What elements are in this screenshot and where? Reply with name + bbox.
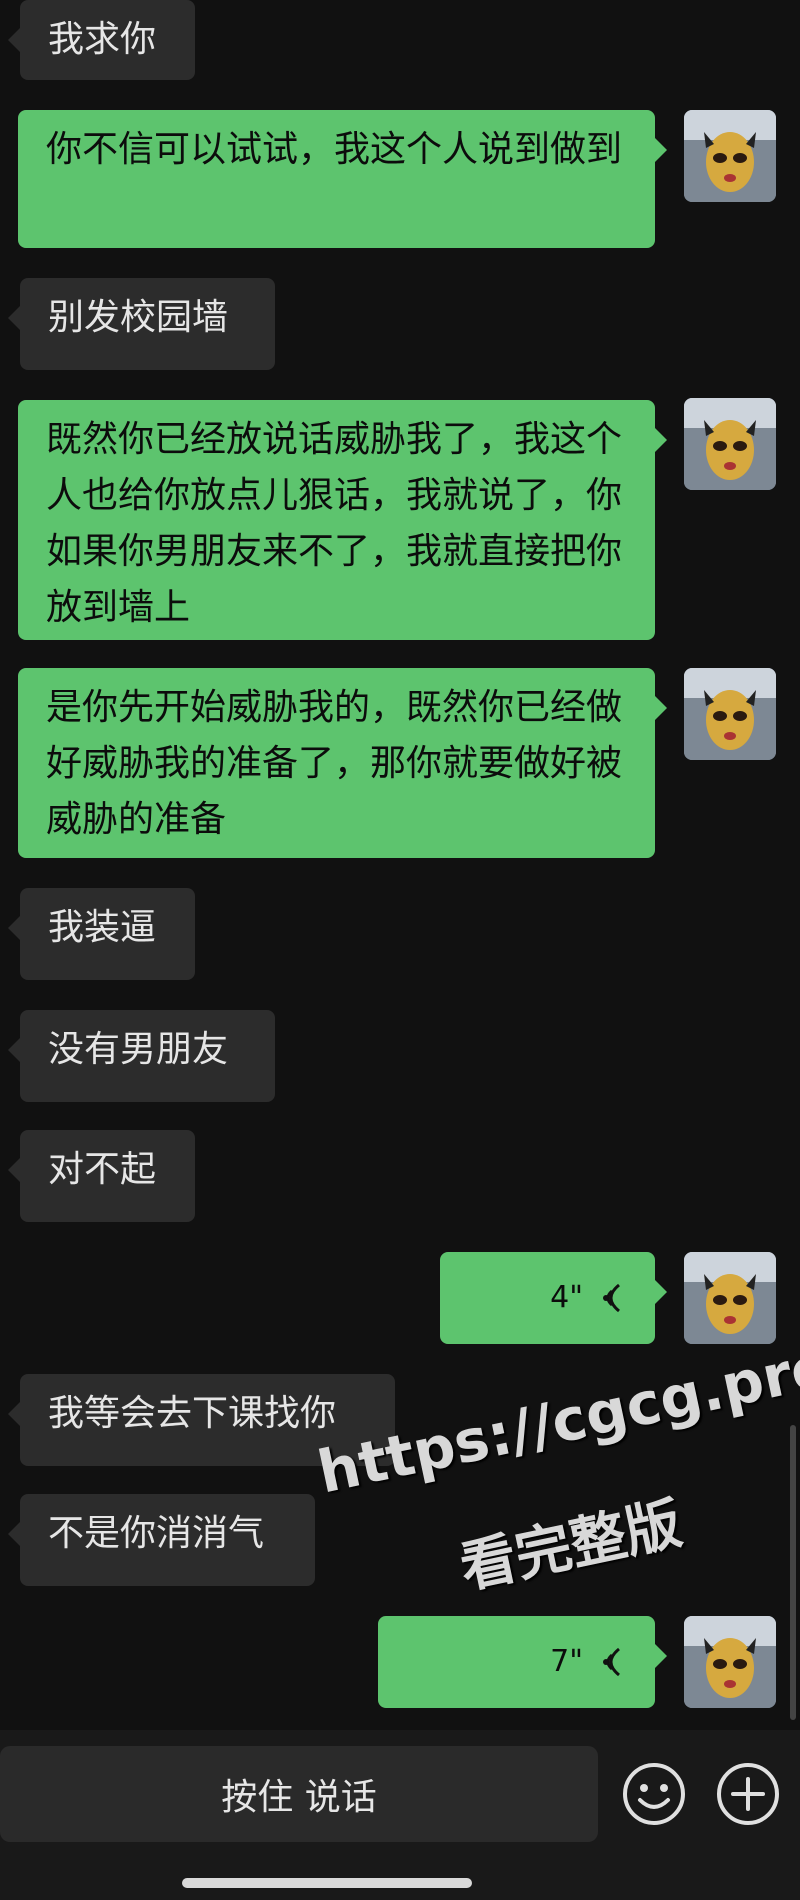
masked-face-avatar-icon: [684, 668, 776, 760]
hold-to-talk-label: 按住 说话: [221, 1777, 377, 1818]
user-avatar[interactable]: [684, 1252, 776, 1344]
message-text: 我求你: [48, 19, 157, 60]
voice-message-bubble[interactable]: 4": [440, 1252, 667, 1344]
voice-wave-icon: [603, 1283, 620, 1313]
masked-face-avatar-icon: [684, 1616, 776, 1708]
message-text: 我等会去下课找你: [48, 1393, 337, 1434]
message-text: 你不信可以试试，我这个人说到做到: [46, 129, 623, 170]
message-text: 没有男朋友: [48, 1029, 229, 1070]
scrollbar[interactable]: [790, 1425, 796, 1720]
user-avatar[interactable]: [684, 1616, 776, 1708]
plus-icon: [717, 1763, 779, 1825]
message-text: 我装逼: [48, 907, 157, 948]
user-avatar[interactable]: [684, 110, 776, 202]
incoming-message-bubble[interactable]: 没有男朋友: [8, 1010, 275, 1102]
incoming-message-bubble[interactable]: 对不起: [8, 1130, 195, 1222]
input-bar: 按住 说话: [0, 1730, 800, 1900]
voice-duration: 4": [550, 1280, 583, 1315]
masked-face-avatar-icon: [684, 398, 776, 490]
message-text: 是你先开始威胁我的，既然你已经做好威胁我的准备了，那你就要做好被威胁的准备: [46, 687, 623, 840]
masked-face-avatar-icon: [684, 1252, 776, 1344]
user-avatar[interactable]: [684, 398, 776, 490]
incoming-message-bubble[interactable]: 我装逼: [8, 888, 195, 980]
outgoing-message-bubble[interactable]: 既然你已经放说话威胁我了，我这个人也给你放点儿狠话，我就说了，你如果你男朋友来不…: [18, 400, 667, 640]
incoming-message-bubble[interactable]: 别发校园墙: [8, 278, 275, 370]
message-text: 对不起: [48, 1149, 157, 1190]
watermark-caption: 看完整版: [454, 1491, 688, 1602]
message-text: 不是你消消气: [48, 1513, 265, 1554]
emoji-icon: [623, 1763, 685, 1825]
incoming-message-bubble[interactable]: 不是你消消气: [8, 1494, 315, 1586]
emoji-button[interactable]: [618, 1758, 690, 1830]
incoming-message-bubble[interactable]: 我求你: [8, 0, 195, 80]
message-text: 既然你已经放说话威胁我了，我这个人也给你放点儿狠话，我就说了，你如果你男朋友来不…: [46, 419, 623, 628]
user-avatar[interactable]: [684, 668, 776, 760]
home-indicator: [182, 1878, 472, 1888]
outgoing-message-bubble[interactable]: 你不信可以试试，我这个人说到做到: [18, 110, 667, 248]
voice-wave-icon: [603, 1647, 620, 1677]
add-button[interactable]: [712, 1758, 784, 1830]
chat-area[interactable]: 我求你 你不信可以试试，我这个人说到做到 别发校园墙 既然你已经放说话威胁我了，…: [0, 0, 800, 1730]
outgoing-message-bubble[interactable]: 是你先开始威胁我的，既然你已经做好威胁我的准备了，那你就要做好被威胁的准备: [18, 668, 667, 858]
voice-duration: 7": [550, 1644, 583, 1679]
hold-to-talk-button[interactable]: 按住 说话: [0, 1746, 598, 1842]
masked-face-avatar-icon: [684, 110, 776, 202]
message-text: 别发校园墙: [48, 297, 229, 338]
voice-message-bubble[interactable]: 7": [378, 1616, 667, 1708]
